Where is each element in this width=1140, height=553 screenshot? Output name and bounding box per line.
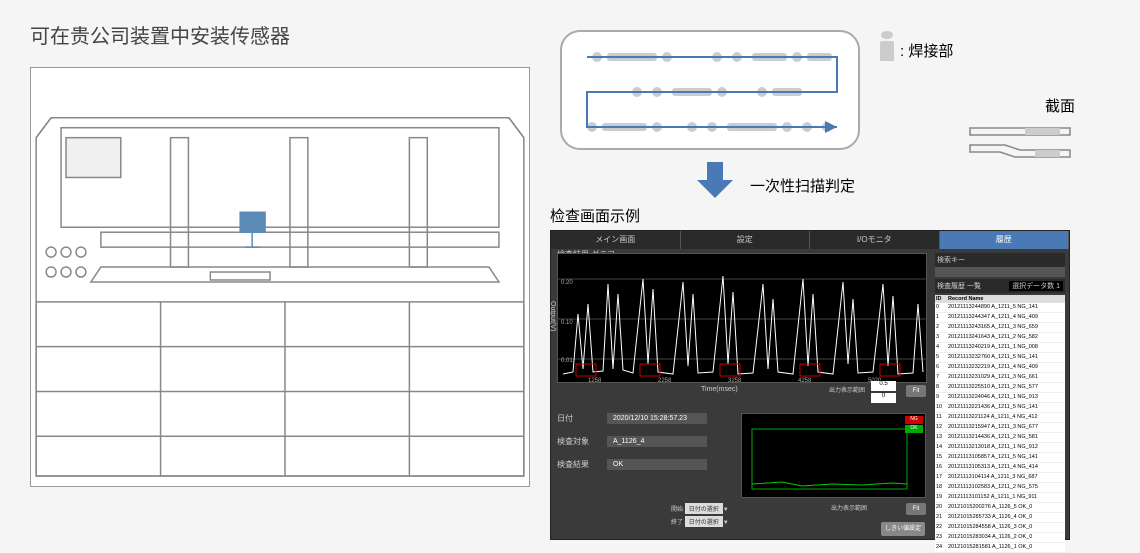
svg-text:2258: 2258 <box>658 378 672 384</box>
mini-graph: NG OK <box>741 413 926 498</box>
table-row[interactable]: 1820121113102583 A_1211_2 NG_575 <box>935 483 1065 493</box>
search-input[interactable] <box>935 267 1065 277</box>
legend-label: : 焊接部 <box>900 40 953 61</box>
date-range-picker: 開始 日付の選択▼ 終了 日付の選択▼ <box>671 503 729 529</box>
table-row[interactable]: 420121113240219 A_1211_1 NG_008 <box>935 343 1065 353</box>
table-row[interactable]: 620121113232219 A_1211_4 NG_409 <box>935 363 1065 373</box>
inspection-software-screenshot: メイン画面 設定 I/Oモニタ 履歴 検査結果 グラフ 0.200.100.01… <box>550 230 1070 540</box>
date-label: 日付 <box>557 413 607 424</box>
target-value: A_1126_4 <box>607 436 707 447</box>
graph-xlabel: Time(msec) <box>701 386 738 393</box>
history-label: 検査履歴 一覧 <box>937 281 981 291</box>
table-row[interactable]: 1020121113221436 A_1211_5 NG_141 <box>935 403 1065 413</box>
scan-judgment-label: 一次性扫描判定 <box>750 175 855 196</box>
table-row[interactable]: 2320121015283034 A_1126_2 OK_0 <box>935 533 1065 543</box>
th-name: Record Name <box>948 296 1064 302</box>
table-row[interactable]: 920121113224046 A_1211_1 NG_913 <box>935 393 1065 403</box>
screen-example-label: 检查画面示例 <box>550 205 640 226</box>
table-row[interactable]: 1720121113104114 A_1211_3 NG_687 <box>935 473 1065 483</box>
ok-badge: OK <box>905 425 923 433</box>
cross-section-label: 截面 <box>965 95 1075 116</box>
history-table: ID Record Name 020121113244890 A_1211_5 … <box>935 295 1065 553</box>
table-row[interactable]: 1520121113105857 A_1211_5 NG_141 <box>935 453 1065 463</box>
cross-section: 截面 <box>965 95 1075 165</box>
table-row[interactable]: 1620121113105313 A_1211_4 NG_414 <box>935 463 1065 473</box>
table-row[interactable]: 2220121015284558 A_1126_3 OK_0 <box>935 523 1065 533</box>
search-key-label: 検索キー <box>935 253 1065 267</box>
machine-illustration <box>30 67 530 487</box>
range-min-input[interactable]: 0 <box>871 393 896 403</box>
range-label: 出力表示範囲 <box>829 385 865 394</box>
th-id: ID <box>936 296 948 302</box>
table-row[interactable]: 120121113244347 A_1211_4 NG_409 <box>935 313 1065 323</box>
table-row[interactable]: 1220121113215947 A_1211_3 NG_677 <box>935 423 1065 433</box>
table-row[interactable]: 820121113225510 A_1211_2 NG_577 <box>935 383 1065 393</box>
tab-bar: メイン画面 設定 I/Oモニタ 履歴 <box>551 231 1069 249</box>
graph-ylabel: Output(V) <box>549 301 556 331</box>
table-row[interactable]: 2120121015285733 A_1126_4 OK_0 <box>935 513 1065 523</box>
svg-text:1258: 1258 <box>588 378 602 384</box>
target-label: 検査対象 <box>557 436 607 447</box>
table-row[interactable]: 1920121113101152 A_1211_1 NG_911 <box>935 493 1065 503</box>
ng-badge: NG <box>905 416 923 424</box>
result-value: OK <box>607 459 707 470</box>
svg-text:3258: 3258 <box>728 378 742 384</box>
tab-main[interactable]: メイン画面 <box>551 231 681 249</box>
table-row[interactable]: 1420121113213018 A_1211_1 NG_912 <box>935 443 1065 453</box>
table-row[interactable]: 020121113244890 A_1211_5 NG_141 <box>935 303 1065 313</box>
arrow-down-icon <box>695 160 735 205</box>
weld-icon <box>880 41 894 61</box>
svg-text:0.20: 0.20 <box>561 280 573 286</box>
result-label: 検査結果 <box>557 459 607 470</box>
table-row[interactable]: 720121113231029 A_1211_3 NG_661 <box>935 373 1065 383</box>
svg-text:4258: 4258 <box>798 378 812 384</box>
tab-io[interactable]: I/Oモニタ <box>810 231 940 249</box>
table-row[interactable]: 2420121015281581 A_1126_1 OK_0 <box>935 543 1065 553</box>
table-row[interactable]: 1320121113214436 A_1211_2 NG_581 <box>935 433 1065 443</box>
svg-text:0.01: 0.01 <box>561 358 573 364</box>
tab-history[interactable]: 履歴 <box>940 231 1070 249</box>
mini-fit-button[interactable]: Fit <box>906 503 926 515</box>
table-row[interactable]: 320121113241643 A_1211_2 NG_582 <box>935 333 1065 343</box>
range-max-input[interactable]: 0.5 <box>871 381 896 391</box>
scan-path-diagram <box>560 30 860 150</box>
table-row[interactable]: 520121113232760 A_1211_5 NG_141 <box>935 353 1065 363</box>
svg-text:0.10: 0.10 <box>561 320 573 326</box>
date-value: 2020/12/10 15:28:57.23 <box>607 413 707 424</box>
left-title: 可在贵公司装置中安装传感器 <box>30 20 550 49</box>
tab-settings[interactable]: 設定 <box>681 231 811 249</box>
waveform-graph: 0.200.100.01 12582258325842585020 <box>557 253 927 383</box>
table-row[interactable]: 1120121113221124 A_1211_4 NG_412 <box>935 413 1065 423</box>
weld-legend: : 焊接部 <box>880 40 953 61</box>
table-row[interactable]: 2020121015200276 A_1126_5 OK_0 <box>935 503 1065 513</box>
fit-button[interactable]: Fit <box>906 385 926 397</box>
date-start-button[interactable]: 日付の選択 <box>685 503 723 514</box>
mini-range-label: 出力表示範囲 <box>831 503 867 512</box>
date-end-button[interactable]: 日付の選択 <box>685 516 723 527</box>
threshold-config-button[interactable]: しきい値設定 <box>881 522 925 536</box>
table-row[interactable]: 220121113243165 A_1211_3 NG_659 <box>935 323 1065 333</box>
